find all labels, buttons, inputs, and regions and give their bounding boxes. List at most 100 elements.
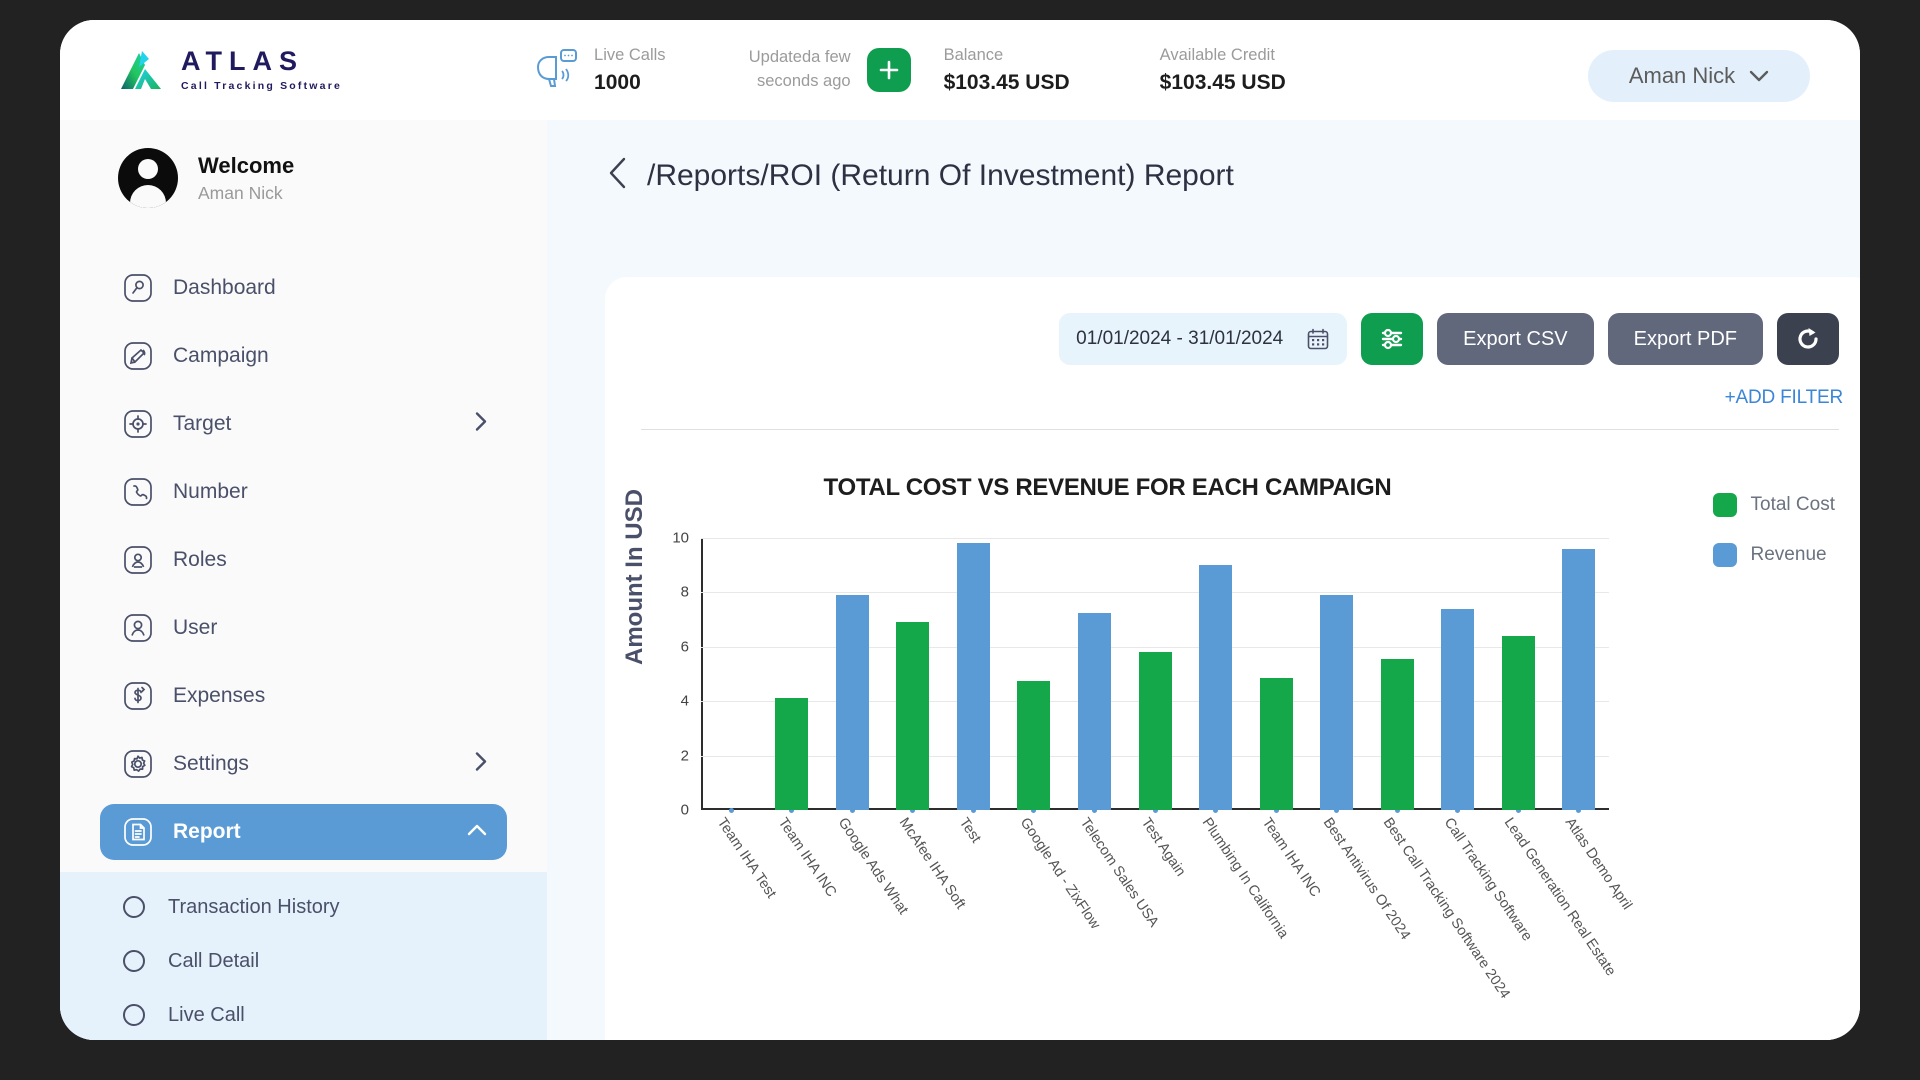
sidebar-item-label: Roles	[173, 548, 227, 571]
sliders-icon	[1381, 328, 1403, 350]
refresh-icon	[1798, 328, 1818, 349]
brand-logo[interactable]: ATLAS Call Tracking Software	[115, 45, 342, 95]
bar-total-cost[interactable]	[1138, 652, 1172, 810]
avatar	[118, 148, 178, 208]
x-tick-dot	[728, 808, 734, 813]
sidebar-item-roles[interactable]: Roles	[100, 532, 507, 588]
sidebar-item-target[interactable]: Target	[100, 396, 507, 452]
updated-status: Updateda few seconds ago	[716, 46, 851, 94]
bar-total-cost[interactable]	[775, 698, 809, 810]
sidebar-item-label: Settings	[173, 752, 249, 775]
available-credit-label: Available Credit	[1159, 46, 1275, 65]
sidebar-item-report[interactable]: Report	[100, 804, 507, 860]
sidebar-item-settings[interactable]: Settings	[100, 736, 507, 792]
x-tick-label: Test Again	[1137, 815, 1189, 880]
sidebar-item-label: Campaign	[173, 344, 269, 367]
report-toolbar: 01/01/2024 - 31/01/2024 Export CSV Expor…	[605, 277, 1860, 365]
bar-total-cost[interactable]	[896, 622, 930, 810]
bar-total-cost[interactable]	[1380, 659, 1414, 810]
add-filter-link[interactable]: +ADD FILTER	[1725, 387, 1844, 408]
sidebar-item-label: User	[173, 616, 218, 639]
chevron-right-icon	[475, 752, 487, 777]
date-range-picker[interactable]: 01/01/2024 - 31/01/2024	[1059, 313, 1348, 365]
top-bar: ATLAS Call Tracking Software Live Calls …	[60, 20, 1860, 120]
submenu-item-label: Transaction History	[168, 895, 340, 918]
user-menu-button[interactable]: Aman Nick	[1588, 50, 1810, 102]
available-credit-stat: Available Credit $103.45 USD	[1160, 45, 1286, 94]
submenu-item-label: Call Detail	[168, 949, 260, 972]
sidebar-item-label: Report	[173, 820, 241, 843]
calendar-icon	[1307, 328, 1329, 350]
bar-total-cost[interactable]	[1259, 678, 1293, 810]
export-pdf-button[interactable]: Export PDF	[1607, 313, 1763, 365]
chevron-down-icon	[1749, 70, 1769, 82]
balance-label: Balance	[943, 46, 1004, 65]
submenu-item-call-detail[interactable]: Call Detail	[60, 934, 547, 988]
submenu-item-live-call[interactable]: Live Call	[60, 988, 547, 1040]
y-tick-label: 4	[680, 692, 689, 710]
y-tick-label: 6	[680, 638, 689, 656]
bar-revenue[interactable]	[1441, 608, 1475, 810]
submenu-item-transaction-history[interactable]: Transaction History	[60, 880, 547, 934]
updated-line-2: seconds ago	[756, 72, 851, 90]
refresh-button[interactable]	[1777, 313, 1839, 365]
chart-legend: Total Cost Revenue	[1712, 493, 1835, 593]
top-bar-stats: Live Calls 1000 Updateda few seconds ago…	[532, 45, 1286, 94]
user-menu-name: Aman Nick	[1628, 63, 1736, 88]
sidebar-item-label: Expenses	[173, 684, 266, 707]
bar-total-cost[interactable]	[1017, 680, 1051, 810]
radio-icon	[123, 1004, 145, 1026]
updated-line-1: Updateda few	[748, 48, 851, 67]
live-calls-value: 1000	[594, 70, 641, 94]
bar-revenue[interactable]	[1320, 595, 1354, 810]
application-window: ATLAS Call Tracking Software Live Calls …	[60, 20, 1860, 1040]
chart-x-tick-labels: Team IHA Test Team IHA INC Google Ads What…	[701, 815, 1635, 1035]
chevron-right-icon	[475, 412, 487, 437]
legend-item-total-cost[interactable]: Total Cost	[1712, 493, 1835, 517]
legend-item-revenue[interactable]: Revenue	[1712, 543, 1835, 567]
filter-settings-button[interactable]	[1361, 313, 1424, 365]
export-csv-button[interactable]: Export CSV	[1437, 313, 1594, 365]
sidebar-profile[interactable]: Welcome Aman Nick	[60, 120, 547, 208]
sidebar-item-number[interactable]: Number	[100, 464, 507, 520]
dollar-icon	[123, 681, 153, 711]
bar-total-cost[interactable]	[1501, 635, 1535, 810]
brand-name: ATLAS	[181, 46, 304, 76]
gear-icon	[123, 749, 153, 779]
live-calls-stat: Live Calls 1000	[594, 45, 666, 94]
y-tick-label: 0	[680, 801, 689, 819]
bar-revenue[interactable]	[1077, 612, 1111, 810]
date-range-value: 01/01/2024 - 31/01/2024	[1076, 328, 1284, 349]
sidebar-item-campaign[interactable]: Campaign	[100, 328, 507, 384]
sidebar-item-dashboard[interactable]: Dashboard	[100, 260, 507, 316]
brand-tagline: Call Tracking Software	[181, 80, 343, 92]
report-card: 01/01/2024 - 31/01/2024 Export CSV Expor…	[605, 277, 1860, 1040]
sidebar-item-user[interactable]: User	[100, 600, 507, 656]
sidebar-item-label: Dashboard	[173, 276, 276, 299]
bar-revenue[interactable]	[1562, 548, 1596, 810]
balance-value: $103.45 USD	[943, 70, 1070, 94]
bar-revenue[interactable]	[1199, 565, 1233, 810]
add-balance-button[interactable]	[866, 48, 911, 92]
add-filter-row: +ADD FILTER	[605, 365, 1860, 409]
page-title: /Reports/ROI (Return Of Investment) Repo…	[647, 158, 1234, 192]
x-tick-label: Team IHA Test	[714, 815, 780, 902]
gridline	[701, 592, 1609, 594]
page-header: /Reports/ROI (Return Of Investment) Repo…	[547, 120, 1860, 195]
x-tick-label: Team IHA INC	[1258, 815, 1324, 901]
sidebar-item-expenses[interactable]: Expenses	[100, 668, 507, 724]
y-tick-label: 8	[680, 583, 689, 601]
chevron-left-icon	[609, 157, 626, 189]
dashboard-icon	[123, 273, 153, 303]
bar-revenue[interactable]	[956, 543, 990, 810]
back-button[interactable]	[607, 156, 629, 195]
bar-revenue[interactable]	[835, 595, 869, 810]
y-axis-line	[701, 538, 703, 810]
sidebar-item-label: Number	[173, 480, 248, 503]
legend-label: Total Cost	[1750, 494, 1835, 515]
chart-plot-area: 0 2 4 6 8 10	[672, 530, 1609, 819]
